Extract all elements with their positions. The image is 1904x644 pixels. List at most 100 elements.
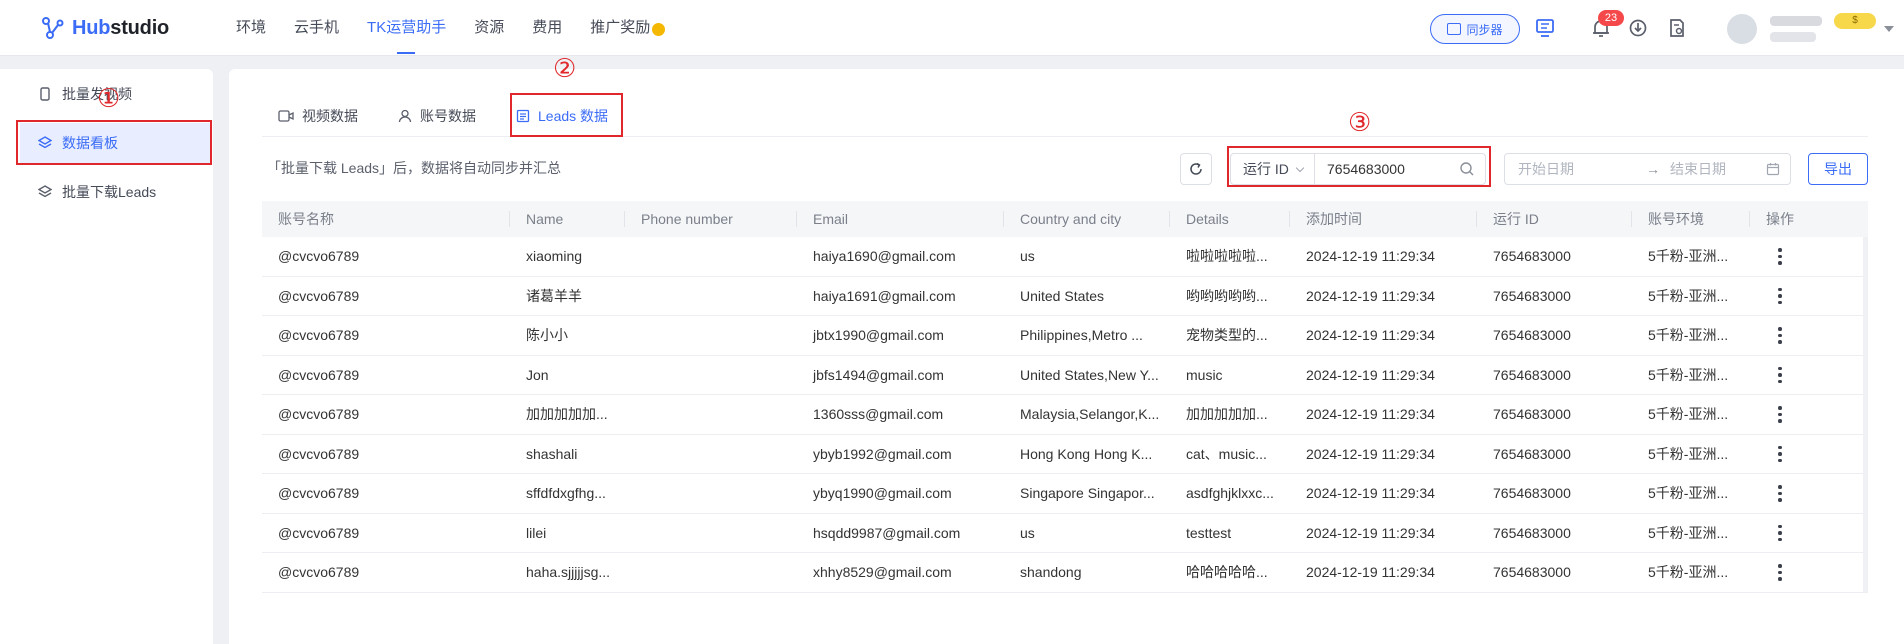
cell-email: haiya1691@gmail.com: [813, 287, 956, 304]
avatar[interactable]: [1727, 14, 1757, 44]
nav-referral-rewards[interactable]: 推广奖励: [590, 0, 666, 56]
cell-name: 加加加加加...: [526, 406, 608, 423]
monitor-icon[interactable]: [1532, 15, 1558, 41]
table-row[interactable]: @cvcvo6789 shashali ybyb1992@gmail.com Hong…: [262, 435, 1868, 474]
cell-phone: [625, 435, 797, 474]
cell-added-time: 2024-12-19 11:29:34: [1306, 485, 1435, 502]
chevron-down-icon[interactable]: [1884, 26, 1894, 32]
table-row[interactable]: @cvcvo6789 加加加加加... 1360sss@gmail.com Malay…: [262, 395, 1868, 435]
top-navbar: Hubstudio 环境 云手机 TK运营助手 资源 费用 推广奖励 同步器 2…: [0, 0, 1904, 56]
table-row[interactable]: @cvcvo6789 haha.sjjjjjsg... xhhy8529@gmail…: [262, 553, 1868, 593]
table-row[interactable]: @cvcvo6789 xiaoming haiya1690@gmail.com us 啦…: [262, 237, 1868, 277]
sidebar-item-label: 批量下载Leads: [62, 184, 157, 200]
refresh-button[interactable]: [1180, 153, 1212, 185]
coin-icon: [652, 22, 666, 36]
nav-referral-label: 推广奖励: [590, 19, 651, 36]
document-icon[interactable]: [1664, 15, 1690, 41]
user-icon: [398, 109, 412, 123]
cell-email: ybyb1992@gmail.com: [813, 445, 952, 462]
cell-actions: [1750, 514, 1868, 553]
cell-email: hsqdd9987@gmail.com: [813, 524, 961, 541]
more-options-icon[interactable]: [1778, 524, 1782, 541]
header-col-details: Details: [1170, 201, 1290, 237]
header-col-run-id: 运行 ID: [1477, 201, 1632, 237]
header-col-actions: 操作: [1766, 211, 1794, 227]
main-nav: 环境 云手机 TK运营助手 资源 费用 推广奖励: [236, 0, 693, 56]
table-row[interactable]: @cvcvo6789 陈小小 jbtx1990@gmail.com Philippin…: [262, 316, 1868, 356]
export-button[interactable]: 导出: [1808, 153, 1868, 185]
cell-phone: [625, 474, 797, 513]
cell-country-city: shandong: [1020, 564, 1082, 581]
cell-name: 陈小小: [526, 327, 568, 344]
more-options-icon[interactable]: [1778, 445, 1782, 462]
cell-actions: [1750, 356, 1868, 395]
cell-country-city: Philippines,Metro ...: [1020, 327, 1143, 344]
cell-account-name: @cvcvo6789: [278, 445, 360, 462]
cell-phone: [625, 277, 797, 316]
cell-details: asdfghjklxxc...: [1186, 485, 1274, 502]
sync-label: 同步器: [1466, 22, 1503, 37]
tab-account-data[interactable]: 账号数据: [398, 96, 476, 136]
table-row[interactable]: @cvcvo6789 诸葛羊羊 haiya1691@gmail.com United …: [262, 277, 1868, 316]
end-date-input[interactable]: 结束日期: [1670, 159, 1726, 179]
hubstudio-logo[interactable]: Hubstudio: [38, 13, 169, 43]
cell-name: sffdfdxgfhg...: [526, 485, 606, 502]
cell-details: testtest: [1186, 524, 1232, 541]
sidebar-item-batch-download-leads[interactable]: 批量下载Leads: [20, 172, 210, 212]
header-col-account-env: 账号环境: [1632, 201, 1750, 237]
table-scrollbar[interactable]: [1863, 237, 1868, 592]
annotation-number-2: ②: [553, 54, 577, 84]
cell-country-city: Malaysia,Selangor,K...: [1020, 406, 1160, 423]
cell-details: 哟哟哟哟哟...: [1186, 287, 1268, 304]
annotation-number-3: ③: [1348, 108, 1372, 138]
cell-actions: [1750, 277, 1868, 316]
more-options-icon[interactable]: [1778, 248, 1782, 265]
more-options-icon[interactable]: [1778, 564, 1782, 581]
table-header: 账号名称 Name Phone number Email Country and cit…: [262, 201, 1868, 237]
nav-billing[interactable]: 费用: [532, 0, 562, 56]
table-row[interactable]: @cvcvo6789 sffdfdxgfhg... ybyq1990@gmail.c…: [262, 474, 1868, 514]
cell-details: 加加加加加...: [1186, 406, 1268, 423]
cell-added-time: 2024-12-19 11:29:34: [1306, 564, 1435, 581]
cell-name: haha.sjjjjjsg...: [526, 564, 611, 581]
user-info-blurred[interactable]: [1762, 14, 1842, 44]
more-options-icon[interactable]: [1778, 406, 1782, 423]
nav-cloud-phone[interactable]: 云手机: [294, 0, 339, 56]
cell-actions: [1750, 316, 1868, 355]
tab-label: 账号数据: [420, 108, 476, 124]
nav-resources[interactable]: 资源: [474, 0, 504, 56]
start-date-input[interactable]: 开始日期: [1518, 159, 1638, 179]
logo-icon: [42, 17, 64, 39]
table-row[interactable]: @cvcvo6789 lilei hsqdd9987@gmail.com us test…: [262, 514, 1868, 553]
header-col-added-time: 添加时间: [1290, 201, 1477, 237]
cell-account-name: @cvcvo6789: [278, 564, 360, 581]
cell-account-env: 5千粉-亚洲...: [1648, 406, 1729, 423]
table-body: @cvcvo6789 xiaoming haiya1690@gmail.com us 啦…: [262, 237, 1868, 593]
cell-country-city: us: [1020, 248, 1035, 265]
cell-details: 哈哈哈哈哈...: [1186, 564, 1268, 581]
cell-account-env: 5千粉-亚洲...: [1648, 564, 1729, 581]
nav-tk-assistant[interactable]: TK运营助手: [367, 0, 446, 56]
nav-environment[interactable]: 环境: [236, 0, 266, 56]
cell-email: xhhy8529@gmail.com: [813, 564, 952, 581]
sync-button[interactable]: 同步器: [1430, 14, 1520, 44]
header-col-name: Name: [510, 201, 625, 237]
cell-actions: [1750, 395, 1868, 434]
download-icon[interactable]: [1625, 15, 1651, 41]
more-options-icon[interactable]: [1778, 327, 1782, 344]
tab-video-data[interactable]: 视频数据: [278, 96, 358, 136]
table-row[interactable]: @cvcvo6789 Jon jbfs1494@gmail.com United St…: [262, 356, 1868, 395]
logo-text-studio: studio: [110, 16, 170, 39]
cell-email: jbfs1494@gmail.com: [813, 366, 944, 383]
cell-account-name: @cvcvo6789: [278, 485, 360, 502]
sync-icon: [1447, 23, 1462, 35]
more-options-icon[interactable]: [1778, 366, 1782, 383]
sync-hint-text: 「批量下载 Leads」后，数据将自动同步并汇总: [267, 160, 562, 176]
cell-email: ybyq1990@gmail.com: [813, 485, 952, 502]
date-range-picker[interactable]: 开始日期 → 结束日期: [1504, 153, 1791, 185]
more-options-icon[interactable]: [1778, 287, 1782, 304]
more-options-icon[interactable]: [1778, 485, 1782, 502]
cell-country-city: United States: [1020, 287, 1105, 304]
cell-phone: [625, 237, 797, 276]
vip-badge: $: [1834, 13, 1876, 29]
